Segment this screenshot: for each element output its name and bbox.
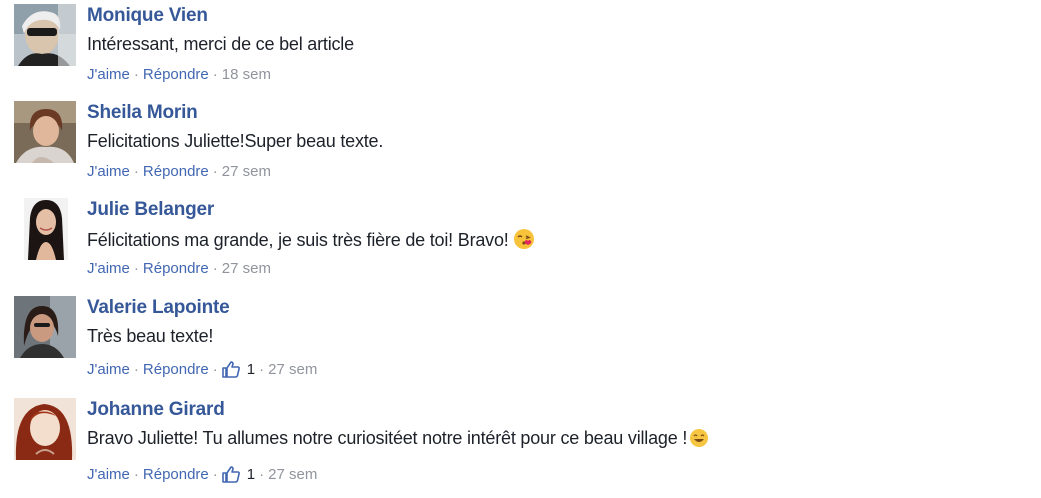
kissing-face-emoji-icon xyxy=(513,229,534,249)
separator: · xyxy=(133,163,139,180)
commenter-name[interactable]: Julie Belanger xyxy=(87,199,214,221)
comment-text: Felicitations Juliette!Super beau texte. xyxy=(87,131,384,151)
like-count-value: 1 xyxy=(246,466,256,483)
avatar[interactable] xyxy=(14,4,76,66)
separator: · xyxy=(133,361,139,378)
reply-link[interactable]: Répondre xyxy=(143,260,209,277)
smiling-face-emoji-icon xyxy=(690,429,709,447)
commenter-name[interactable]: Johanne Girard xyxy=(87,399,225,421)
like-link[interactable]: J'aime xyxy=(87,163,130,180)
like-link[interactable]: J'aime xyxy=(87,66,130,83)
comment-actions: J'aime · Répondre · 27 sem xyxy=(87,260,271,277)
like-link[interactable]: J'aime xyxy=(87,260,130,277)
comment-actions: J'aime · Répondre · 1 · 27 sem xyxy=(87,361,317,378)
comment-text: Très beau texte! xyxy=(87,326,214,346)
comment-text: Intéressant, merci de ce bel article xyxy=(87,34,354,54)
like-count[interactable]: 1 xyxy=(221,361,256,378)
reply-link[interactable]: Répondre xyxy=(143,163,209,180)
timestamp[interactable]: 27 sem xyxy=(222,163,271,180)
like-link[interactable]: J'aime xyxy=(87,466,130,483)
reply-link[interactable]: Répondre xyxy=(143,66,209,83)
commenter-name[interactable]: Sheila Morin xyxy=(87,102,198,124)
separator: · xyxy=(259,466,265,483)
separator: · xyxy=(212,66,218,83)
reply-link[interactable]: Répondre xyxy=(143,466,209,483)
separator: · xyxy=(212,260,218,277)
comment-text: Félicitations ma grande, je suis très fi… xyxy=(87,228,535,251)
comment-actions: J'aime · Répondre · 18 sem xyxy=(87,66,271,83)
separator: · xyxy=(259,361,265,378)
thumbs-up-icon xyxy=(221,361,240,378)
timestamp[interactable]: 27 sem xyxy=(268,466,317,483)
separator: · xyxy=(212,466,218,483)
timestamp[interactable]: 18 sem xyxy=(222,66,271,83)
comment-actions: J'aime · Répondre · 27 sem xyxy=(87,163,271,180)
timestamp[interactable]: 27 sem xyxy=(268,361,317,378)
avatar[interactable] xyxy=(24,198,68,260)
avatar[interactable] xyxy=(14,101,76,163)
commenter-name[interactable]: Monique Vien xyxy=(87,5,208,27)
avatar[interactable] xyxy=(14,398,76,460)
reply-link[interactable]: Répondre xyxy=(143,361,209,378)
separator: · xyxy=(212,361,218,378)
comment-text-body: Bravo Juliette! Tu allumes notre curiosi… xyxy=(87,428,688,448)
separator: · xyxy=(133,466,139,483)
commenter-name[interactable]: Valerie Lapointe xyxy=(87,297,230,319)
timestamp[interactable]: 27 sem xyxy=(222,260,271,277)
separator: · xyxy=(133,66,139,83)
thumbs-up-icon xyxy=(221,466,240,483)
like-count-value: 1 xyxy=(246,361,256,378)
comment-actions: J'aime · Répondre · 1 · 27 sem xyxy=(87,466,317,483)
separator: · xyxy=(133,260,139,277)
avatar[interactable] xyxy=(14,296,76,358)
separator: · xyxy=(212,163,218,180)
comment-text: Bravo Juliette! Tu allumes notre curiosi… xyxy=(87,428,709,449)
like-count[interactable]: 1 xyxy=(221,466,256,483)
like-link[interactable]: J'aime xyxy=(87,361,130,378)
comment-text-body: Félicitations ma grande, je suis très fi… xyxy=(87,230,509,250)
